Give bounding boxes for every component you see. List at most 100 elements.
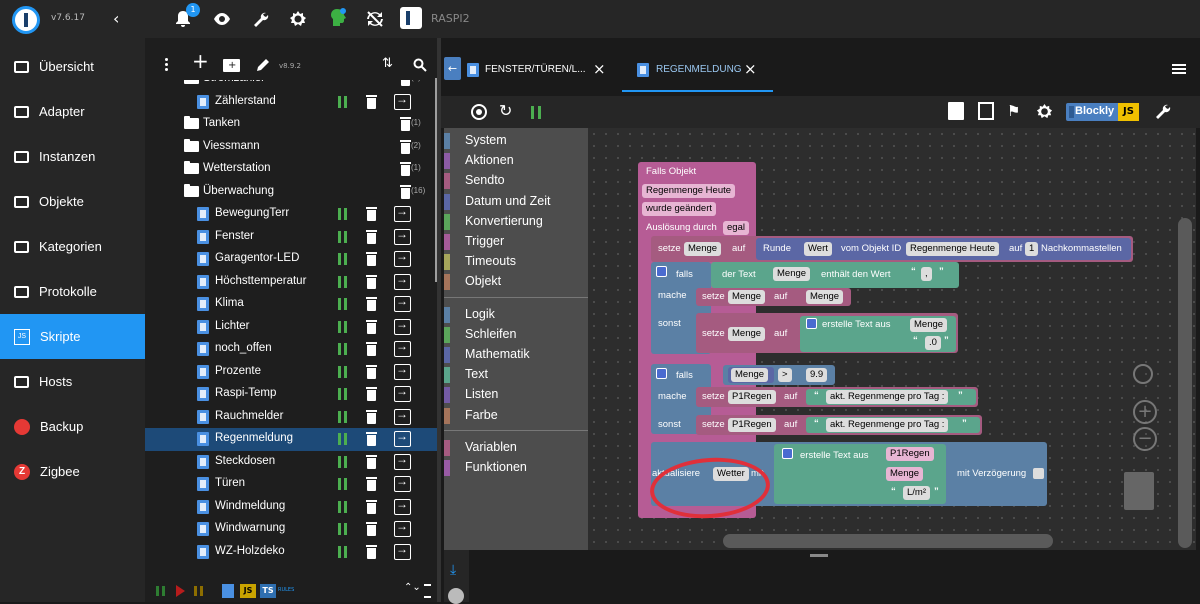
trigger-source-field[interactable]: egal [723, 221, 749, 235]
nav-item-zigbee[interactable]: Z Zigbee [0, 449, 145, 494]
blockly-filter-icon[interactable] [222, 584, 234, 598]
settings-gear-icon[interactable] [1036, 103, 1053, 120]
variable-menge-field[interactable]: Menge [773, 267, 811, 281]
compare-value-field[interactable]: 9.9 [806, 368, 828, 382]
export-script-icon[interactable] [394, 204, 411, 222]
script-running-icon[interactable] [338, 478, 347, 490]
delete-script-icon[interactable] [366, 432, 377, 446]
trigger-event-field[interactable]: wurde geändert [642, 202, 717, 216]
delay-checkbox[interactable] [1033, 468, 1044, 479]
delete-script-icon[interactable] [366, 342, 377, 356]
text-today-field[interactable]: akt. Regenmenge pro Tag : [826, 390, 949, 404]
toolbox-category-trigger[interactable]: Trigger [444, 232, 588, 252]
delete-script-icon[interactable] [366, 522, 377, 536]
round-digits-field[interactable]: 1 [1025, 242, 1039, 256]
tree-script-row[interactable]: Lichter [145, 316, 437, 339]
search-icon[interactable] [413, 58, 427, 72]
delete-folder-icon[interactable] [400, 162, 411, 176]
tree-script-row[interactable]: Rauchmelder [145, 406, 437, 429]
toolbox-category-objekt[interactable]: Objekt [444, 272, 588, 292]
pause-icon[interactable] [194, 586, 203, 596]
variable-p1-field[interactable]: P1Regen [728, 390, 776, 404]
restart-icon[interactable]: ↻ [499, 101, 512, 120]
delete-script-icon[interactable] [366, 454, 377, 469]
toolbox-category-timeouts[interactable]: Timeouts [444, 252, 588, 272]
add-script-icon[interactable]: + [192, 51, 209, 71]
delete-script-icon[interactable] [366, 229, 377, 244]
delete-script-icon[interactable] [366, 319, 377, 334]
tree-script-row[interactable]: Zählerstand [145, 91, 437, 114]
delete-folder-icon[interactable] [400, 80, 411, 86]
toolbox-category-logik[interactable]: Logik [444, 305, 588, 325]
tree-folder-row[interactable]: Wetterstation (1) [145, 158, 437, 181]
variable-menge-field[interactable]: Menge [806, 290, 844, 304]
delete-script-icon[interactable] [366, 207, 377, 221]
delete-script-icon[interactable] [366, 94, 377, 109]
toolbox-category-mathematik[interactable]: Mathematik [444, 345, 588, 365]
variable-p1-field[interactable]: P1Regen [728, 418, 776, 432]
iobroker-logo-icon[interactable] [12, 6, 40, 34]
locate-icon[interactable] [471, 104, 487, 120]
script-running-icon[interactable] [338, 298, 347, 310]
nav-item-objekte[interactable]: Objekte [0, 179, 145, 224]
script-running-icon[interactable] [338, 208, 347, 220]
nav-item-kategorien[interactable]: Kategorien [0, 224, 145, 269]
nav-item-hosts[interactable]: Hosts [0, 359, 145, 404]
tree-script-row[interactable]: Prozente [145, 361, 437, 384]
tree-script-row[interactable]: BewegungTerr [145, 203, 437, 226]
tree-script-row[interactable]: Windwarnung [145, 518, 437, 541]
blockly-mode-button[interactable]: Blockly JS [1066, 103, 1139, 121]
tab-fenster[interactable]: FENSTER/TÜREN/L... × [465, 54, 625, 90]
toolbox-category-konvertierung[interactable]: Konvertierung [444, 212, 588, 232]
script-running-icon[interactable] [338, 95, 347, 108]
tree-folder-row[interactable]: Stromzähler (1) [145, 80, 437, 91]
dot0-field[interactable]: .0 [925, 336, 941, 350]
collapse-all-icon[interactable] [424, 584, 431, 598]
export-script-icon[interactable] [394, 92, 411, 110]
add-folder-icon[interactable]: + [223, 59, 240, 72]
zoom-center-icon[interactable] [1133, 364, 1153, 384]
export-script-icon[interactable] [394, 519, 411, 537]
nav-item-übersicht[interactable]: Übersicht [0, 44, 145, 89]
variable-p1-field[interactable]: P1Regen [886, 447, 934, 461]
collapse-chevron-icon[interactable]: ‹ [113, 9, 119, 28]
toolbox-category-aktionen[interactable]: Aktionen [444, 151, 588, 171]
delete-script-icon[interactable] [366, 544, 377, 559]
toolbox-category-sendto[interactable]: Sendto [444, 171, 588, 191]
variable-menge-field[interactable]: Menge [728, 290, 766, 304]
unit-text-field[interactable]: L/m² [903, 486, 930, 500]
script-running-icon[interactable] [338, 545, 347, 558]
tree-script-row[interactable]: Regenmeldung [145, 428, 437, 451]
export-script-icon[interactable] [394, 542, 411, 560]
export-script-icon[interactable] [394, 497, 411, 515]
js-convert-button[interactable]: JS [1118, 103, 1139, 121]
script-running-icon[interactable] [338, 455, 347, 468]
tab-regenmeldung[interactable]: REGENMELDUNG × [622, 54, 773, 92]
delete-script-icon[interactable] [366, 252, 377, 266]
expand-all-icon[interactable]: ⌃⌄ [404, 582, 421, 593]
export-script-icon[interactable] [394, 272, 411, 290]
nav-item-adapter[interactable]: Adapter [0, 89, 145, 134]
variable-menge-field[interactable]: Menge [731, 368, 769, 382]
flag-icon[interactable]: ⚑ [1007, 102, 1020, 120]
export-script-icon[interactable] [394, 227, 411, 245]
delete-script-icon[interactable] [366, 387, 377, 401]
ts-filter-button[interactable]: TS [260, 584, 276, 598]
mutator-gear-icon[interactable] [656, 368, 667, 379]
mutator-gear-icon[interactable] [656, 266, 667, 277]
close-tab-icon[interactable]: × [593, 60, 606, 78]
toolbox-category-schleifen[interactable]: Schleifen [444, 325, 588, 345]
blockly-workspace[interactable]: Falls Objekt Regenmenge Heute wurde geände… [588, 128, 1196, 550]
tree-script-row[interactable]: Windmeldung [145, 496, 437, 519]
zoom-in-icon[interactable]: + [1133, 400, 1157, 424]
delete-folder-icon[interactable] [400, 117, 411, 131]
nav-item-instanzen[interactable]: Instanzen [0, 134, 145, 179]
workspace-v-scrollbar[interactable] [1178, 218, 1192, 548]
edit-pencil-icon[interactable] [255, 57, 271, 73]
rules-filter-button[interactable]: RULES [278, 587, 294, 593]
script-running-icon[interactable] [338, 343, 347, 355]
text-today-field[interactable]: akt. Regenmenge pro Tag : [826, 418, 949, 432]
workspace-h-scrollbar[interactable] [723, 534, 1053, 548]
script-running-icon[interactable] [338, 433, 347, 445]
tree-script-row[interactable]: noch_offen [145, 338, 437, 361]
